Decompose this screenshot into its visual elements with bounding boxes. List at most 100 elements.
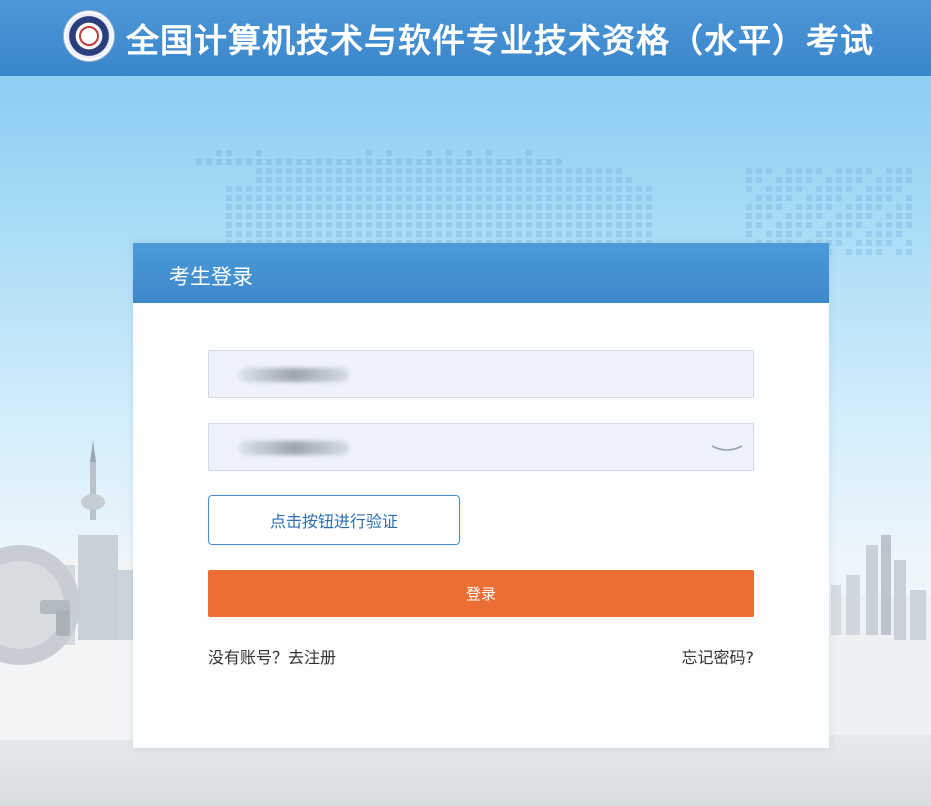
map-dot [486,150,492,156]
map-dot [456,159,462,165]
map-dot [836,186,842,192]
map-dot [346,159,352,165]
map-dot [406,186,412,192]
map-dot [256,186,262,192]
map-dot [416,177,422,183]
map-dot [366,159,372,165]
map-dot [346,168,352,174]
map-dot [396,204,402,210]
map-dot [226,186,232,192]
map-dot [786,222,792,228]
map-dot [456,186,462,192]
map-dot [546,213,552,219]
username-input[interactable] [208,350,754,398]
map-dot [426,231,432,237]
map-dot [416,231,422,237]
map-dot [506,186,512,192]
map-dot [446,177,452,183]
city-skyline-right-decoration [826,535,931,735]
map-dot [806,222,812,228]
map-dot [326,195,332,201]
map-dot [416,213,422,219]
map-dot [816,213,822,219]
map-dot [406,177,412,183]
map-dot [266,231,272,237]
map-dot [506,222,512,228]
site-title: 全国计算机技术与软件专业技术资格（水平）考试 [126,21,874,60]
map-dot [546,159,552,165]
login-button[interactable]: 登录 [208,570,754,617]
map-dot [856,222,862,228]
forgot-password-link[interactable]: 忘记密码? [682,644,755,668]
map-dot [646,204,652,210]
map-dot [866,195,872,201]
map-dot [246,231,252,237]
map-dot [386,159,392,165]
map-dot [466,195,472,201]
map-dot [466,204,472,210]
password-input[interactable] [208,423,754,471]
map-dot [236,231,242,237]
map-dot [776,195,782,201]
map-dot [816,186,822,192]
map-dot [286,159,292,165]
map-dot [886,177,892,183]
map-dot [326,168,332,174]
map-dot [246,204,252,210]
map-dot [456,195,462,201]
map-dot [646,195,652,201]
map-dot [596,204,602,210]
map-dot [596,186,602,192]
map-dot [436,204,442,210]
map-dot [356,222,362,228]
map-dot [316,222,322,228]
map-dot [476,195,482,201]
map-dot [576,213,582,219]
map-dot [496,159,502,165]
map-dot [526,222,532,228]
map-dot [496,186,502,192]
map-dot [486,159,492,165]
map-dot [876,204,882,210]
map-dot [556,177,562,183]
map-dot [346,231,352,237]
map-dot [536,195,542,201]
map-dot [876,177,882,183]
map-dot [566,177,572,183]
map-dot [846,186,852,192]
password-redacted-value [239,441,349,455]
map-dot [756,213,762,219]
map-dot [316,168,322,174]
map-dot [446,222,452,228]
register-link[interactable]: 没有账号？去注册 [208,644,336,668]
city-skyline-left-decoration [0,440,140,740]
map-dot [336,195,342,201]
map-dot [896,213,902,219]
map-dot [766,204,772,210]
eye-closed-icon[interactable] [709,439,745,457]
map-dot [566,195,572,201]
map-dot [326,213,332,219]
map-dot [486,177,492,183]
map-dot [376,204,382,210]
map-dot [356,213,362,219]
map-dot [346,222,352,228]
map-dot [586,222,592,228]
map-dot [276,231,282,237]
map-dot [346,177,352,183]
map-dot [516,177,522,183]
map-dot [406,231,412,237]
map-dot [336,159,342,165]
map-dot [606,195,612,201]
captcha-verify-button[interactable]: 点击按钮进行验证 [208,495,460,545]
map-dot [436,195,442,201]
username-redacted-value [239,368,349,382]
map-dot [786,231,792,237]
map-dot [436,186,442,192]
map-dot [286,186,292,192]
map-dot [746,231,752,237]
map-dot [886,213,892,219]
map-dot [466,150,472,156]
map-dot [596,195,602,201]
map-dot [786,195,792,201]
